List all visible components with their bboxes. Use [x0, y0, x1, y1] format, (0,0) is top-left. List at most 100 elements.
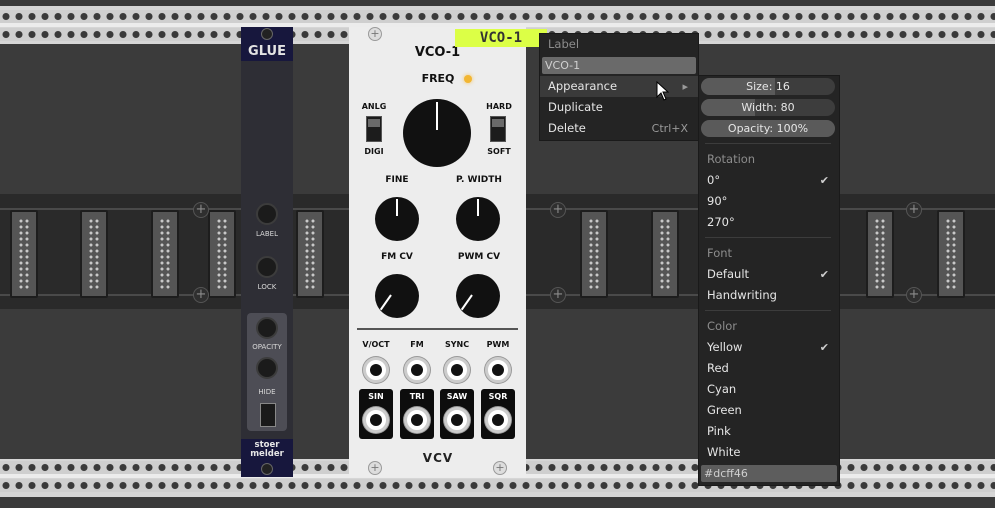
- sqr-output-jack[interactable]: [485, 407, 511, 433]
- menu-item-appearance[interactable]: Appearance ▸: [540, 76, 698, 97]
- rack-slot: [866, 210, 894, 298]
- color-label: Green: [707, 403, 742, 417]
- divider: [357, 328, 518, 330]
- glue-footer: stoer melder: [241, 439, 293, 477]
- fine-label: FINE: [385, 175, 409, 185]
- vco-module[interactable]: + VCO-1 FREQ ANLG DIGI HARD SOFT FINE P.…: [349, 27, 526, 477]
- rotation-label: 270°: [707, 215, 735, 229]
- rotation-label: 90°: [707, 194, 728, 208]
- color-item[interactable]: Pink: [699, 421, 839, 442]
- output-label-sqr: SQR: [488, 392, 508, 401]
- label-text: LABEL: [256, 230, 278, 238]
- size-slider[interactable]: Size: 16: [701, 78, 835, 95]
- appearance-label: Appearance: [548, 79, 618, 93]
- menu-item-duplicate[interactable]: Duplicate: [540, 97, 698, 118]
- glue-module[interactable]: GLUE LABEL LOCK OPACITY HIDE stoer melde…: [241, 27, 293, 477]
- rotation-header: Rotation: [707, 152, 756, 166]
- input-label-pwm: PWM: [486, 340, 510, 349]
- add-module-icon[interactable]: +: [193, 202, 209, 218]
- hide-switch[interactable]: [260, 403, 276, 427]
- hard-soft-switch[interactable]: [490, 116, 506, 142]
- check-icon: ✔: [819, 341, 829, 354]
- anlg-digi-switch[interactable]: [366, 116, 382, 142]
- color-label: Pink: [707, 424, 731, 438]
- rack-slot: [151, 210, 179, 298]
- freq-led: [464, 75, 472, 83]
- rack-slot: [80, 210, 108, 298]
- fm-input-jack[interactable]: [404, 357, 430, 383]
- pwidth-label: P. WIDTH: [456, 175, 502, 185]
- appearance-submenu: Size: 16 Width: 80 Opacity: 100% Rotatio…: [698, 75, 840, 486]
- font-header: Font: [707, 246, 733, 260]
- add-module-icon[interactable]: +: [550, 202, 566, 218]
- add-module-icon[interactable]: +: [550, 287, 566, 303]
- separator: [705, 143, 831, 144]
- separator: [705, 237, 831, 238]
- font-label: Default: [707, 267, 750, 281]
- color-label: White: [707, 445, 741, 459]
- fine-knob[interactable]: [375, 197, 419, 241]
- digi-label: DIGI: [364, 147, 384, 156]
- saw-output-jack[interactable]: [444, 407, 470, 433]
- screw-icon: +: [368, 27, 382, 41]
- pwm-input-jack[interactable]: [485, 357, 511, 383]
- screw-icon: [261, 463, 273, 475]
- add-module-icon[interactable]: +: [906, 202, 922, 218]
- context-menu: Label VCO-1 Appearance ▸ Duplicate Delet…: [539, 33, 699, 141]
- lock-text: LOCK: [257, 283, 277, 291]
- font-label: Handwriting: [707, 288, 777, 302]
- rotation-item[interactable]: 0° ✔: [699, 170, 839, 191]
- lock-knob[interactable]: [256, 256, 278, 278]
- input-label-fm: FM: [410, 340, 424, 349]
- output-label-sin: SIN: [368, 392, 384, 401]
- rack-slot: [651, 210, 679, 298]
- fmcv-knob[interactable]: [375, 274, 419, 318]
- submenu-arrow-icon: ▸: [682, 80, 688, 93]
- pwmcv-knob[interactable]: [456, 274, 500, 318]
- input-label-sync: SYNC: [444, 340, 470, 349]
- rotation-item[interactable]: 90°: [699, 191, 839, 212]
- font-item[interactable]: Default ✔: [699, 264, 839, 285]
- hard-label: HARD: [486, 102, 512, 111]
- freq-label: FREQ: [421, 72, 455, 85]
- rotation-item[interactable]: 270°: [699, 212, 839, 233]
- screw-icon: +: [493, 461, 507, 475]
- color-item[interactable]: Red: [699, 358, 839, 379]
- hide-knob[interactable]: [256, 357, 278, 379]
- vcv-logo: VCV: [422, 451, 454, 465]
- hex-color-input[interactable]: #dcff46: [701, 465, 837, 482]
- glue-header: GLUE: [241, 27, 293, 61]
- color-label: Yellow: [707, 340, 743, 354]
- check-icon: ✔: [819, 174, 829, 187]
- label-knob[interactable]: [256, 203, 278, 225]
- anlg-label: ANLG: [361, 102, 387, 111]
- freq-knob[interactable]: [403, 99, 471, 167]
- opacity-knob[interactable]: [256, 317, 278, 339]
- color-item[interactable]: Yellow ✔: [699, 337, 839, 358]
- color-item[interactable]: Cyan: [699, 379, 839, 400]
- rack-slot: [208, 210, 236, 298]
- pwidth-knob[interactable]: [456, 197, 500, 241]
- sin-output-jack[interactable]: [363, 407, 389, 433]
- add-module-icon[interactable]: +: [906, 287, 922, 303]
- menu-header-label: Label: [548, 37, 580, 51]
- opacity-slider[interactable]: Opacity: 100%: [701, 120, 835, 137]
- module-label-tag[interactable]: VCO-1: [455, 29, 547, 47]
- menu-item-delete[interactable]: Delete Ctrl+X: [540, 118, 698, 139]
- output-label-saw: SAW: [446, 392, 468, 401]
- color-item[interactable]: White: [699, 442, 839, 463]
- width-slider[interactable]: Width: 80: [701, 99, 835, 116]
- screw-icon: +: [368, 461, 382, 475]
- label-input[interactable]: VCO-1: [542, 57, 696, 74]
- add-module-icon[interactable]: +: [193, 287, 209, 303]
- sync-input-jack[interactable]: [444, 357, 470, 383]
- brand-text: stoer melder: [250, 440, 284, 459]
- output-label-tri: TRI: [409, 392, 425, 401]
- delete-label: Delete: [548, 121, 586, 135]
- color-item[interactable]: Green: [699, 400, 839, 421]
- rotation-label: 0°: [707, 173, 721, 187]
- voct-input-jack[interactable]: [363, 357, 389, 383]
- font-item[interactable]: Handwriting: [699, 285, 839, 306]
- tri-output-jack[interactable]: [404, 407, 430, 433]
- soft-label: SOFT: [487, 147, 511, 156]
